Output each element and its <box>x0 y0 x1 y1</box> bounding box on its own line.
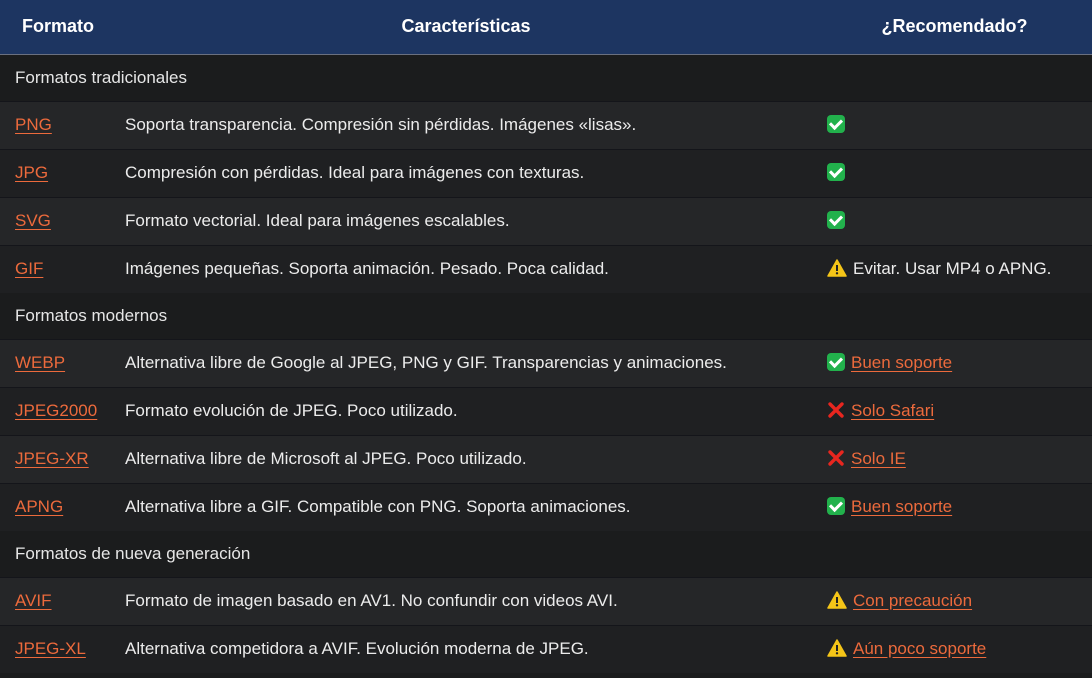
table-row: GIF Imágenes pequeñas. Soporta animación.… <box>0 244 1092 293</box>
description-cell: Compresión con pérdidas. Ideal para imág… <box>115 148 817 197</box>
recommendation-cell: Solo Safari <box>817 386 1092 435</box>
check-icon <box>827 353 845 371</box>
table-row: WEBP Alternativa libre de Google al JPEG,… <box>0 338 1092 387</box>
table-row: SVG Formato vectorial. Ideal para imágene… <box>0 196 1092 245</box>
table-row: AVIF Formato de imagen basado en AV1. No … <box>0 576 1092 625</box>
recommendation-cell <box>817 100 1092 149</box>
format-cell: JPEG-XL <box>0 624 115 673</box>
warning-icon <box>827 639 847 657</box>
format-link[interactable]: JPG <box>15 163 48 182</box>
recommendation-cell <box>817 196 1092 245</box>
check-icon <box>827 211 845 229</box>
recommendation-link[interactable]: Buen soporte <box>851 497 952 516</box>
section-title: Formatos modernos <box>0 292 1092 339</box>
recommendation-cell <box>817 148 1092 197</box>
format-cell: JPEG-XR <box>0 434 115 483</box>
header-format: Formato <box>0 0 115 55</box>
recommendation-cell: Con precaución <box>817 576 1092 625</box>
format-cell: JPG <box>0 148 115 197</box>
recommendation-cell: Aún poco soporte <box>817 624 1092 673</box>
section-title: Formatos tradicionales <box>0 54 1092 101</box>
description-cell: Soporta transparencia. Compresión sin pé… <box>115 100 817 149</box>
format-link[interactable]: JPEG-XL <box>15 639 86 658</box>
check-icon <box>827 497 845 515</box>
recommendation-link[interactable]: Solo IE <box>851 449 906 468</box>
description-cell: Alternativa libre a GIF. Compatible con … <box>115 482 817 531</box>
format-link[interactable]: PNG <box>15 115 52 134</box>
section-row: Formatos tradicionales <box>0 54 1092 101</box>
format-link[interactable]: JPEG-XR <box>15 449 89 468</box>
table-row: APNG Alternativa libre a GIF. Compatible … <box>0 482 1092 531</box>
description-cell: Formato de imagen basado en AV1. No conf… <box>115 576 817 625</box>
table-row: PNG Soporta transparencia. Compresión sin… <box>0 100 1092 149</box>
check-icon <box>827 163 845 181</box>
table-row: JPEG2000 Formato evolución de JPEG. Poco … <box>0 386 1092 435</box>
table-row: JPEG-XL Alternativa competidora a AVIF. E… <box>0 624 1092 673</box>
format-cell: AVIF <box>0 576 115 625</box>
description-cell: Alternativa libre de Microsoft al JPEG. … <box>115 434 817 483</box>
description-cell: Formato evolución de JPEG. Poco utilizad… <box>115 386 817 435</box>
format-link[interactable]: SVG <box>15 211 51 230</box>
section-row: Formatos de nueva generación <box>0 530 1092 577</box>
format-cell: PNG <box>0 100 115 149</box>
format-link[interactable]: AVIF <box>15 591 52 610</box>
recommendation-cell: Solo IE <box>817 434 1092 483</box>
section-row: Formatos modernos <box>0 292 1092 339</box>
format-cell: APNG <box>0 482 115 531</box>
description-cell: Formato vectorial. Ideal para imágenes e… <box>115 196 817 245</box>
description-cell: Alternativa competidora a AVIF. Evolució… <box>115 624 817 673</box>
cross-icon <box>827 449 845 467</box>
recommendation-link[interactable]: Buen soporte <box>851 353 952 372</box>
recommendation-cell: Evitar. Usar MP4 o APNG. <box>817 244 1092 293</box>
table-row: JPEG-XR Alternativa libre de Microsoft al… <box>0 434 1092 483</box>
header-recommended: ¿Recomendado? <box>817 0 1092 55</box>
format-cell: GIF <box>0 244 115 293</box>
recommendation-link[interactable]: Aún poco soporte <box>853 639 986 658</box>
recommendation-text: Evitar. Usar MP4 o APNG. <box>853 259 1052 278</box>
header-features: Características <box>115 0 817 55</box>
format-link[interactable]: WEBP <box>15 353 65 372</box>
table-header: Formato Características ¿Recomendado? <box>0 0 1092 55</box>
format-cell: SVG <box>0 196 115 245</box>
format-cell: JPEG2000 <box>0 386 115 435</box>
recommendation-cell: Buen soporte <box>817 482 1092 531</box>
table-body: Formatos tradicionales PNG Soporta transpa… <box>0 54 1092 673</box>
recommendation-link[interactable]: Con precaución <box>853 591 972 610</box>
cross-icon <box>827 401 845 419</box>
formats-table-container: Formato Características ¿Recomendado? Fo… <box>0 0 1092 678</box>
recommendation-cell: Buen soporte <box>817 338 1092 387</box>
section-title: Formatos de nueva generación <box>0 530 1092 577</box>
format-link[interactable]: GIF <box>15 259 43 278</box>
format-link[interactable]: APNG <box>15 497 63 516</box>
format-link[interactable]: JPEG2000 <box>15 401 97 420</box>
table-row: JPG Compresión con pérdidas. Ideal para i… <box>0 148 1092 197</box>
format-cell: WEBP <box>0 338 115 387</box>
recommendation-link[interactable]: Solo Safari <box>851 401 934 420</box>
check-icon <box>827 115 845 133</box>
image-formats-table: Formato Características ¿Recomendado? Fo… <box>0 0 1092 673</box>
description-cell: Imágenes pequeñas. Soporta animación. Pe… <box>115 244 817 293</box>
description-cell: Alternativa libre de Google al JPEG, PNG… <box>115 338 817 387</box>
warning-icon <box>827 591 847 609</box>
header-row: Formato Características ¿Recomendado? <box>0 0 1092 55</box>
warning-icon <box>827 259 847 277</box>
